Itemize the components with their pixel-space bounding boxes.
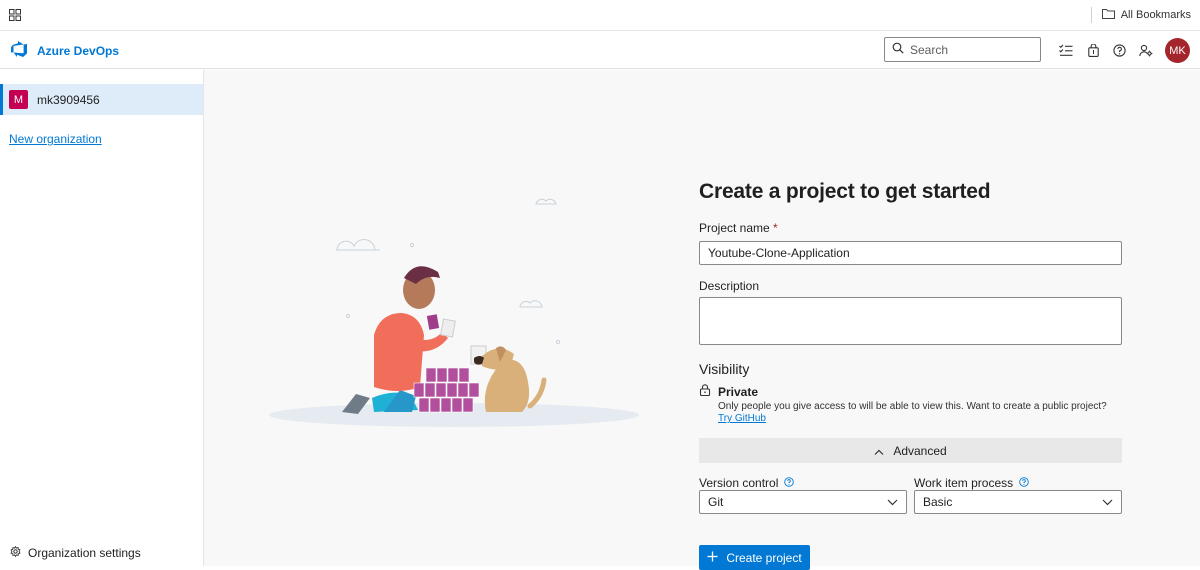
work-item-process-select[interactable]: Basic <box>914 490 1122 514</box>
project-name-input[interactable] <box>699 241 1122 265</box>
all-bookmarks-label: All Bookmarks <box>1120 9 1191 21</box>
azure-devops-logo[interactable]: Azure DevOps <box>10 41 119 60</box>
version-control-label-row: Version control <box>699 476 795 490</box>
visibility-label: Visibility <box>699 361 750 377</box>
main-content: Create a project to get started Project … <box>204 70 1200 570</box>
chevron-up-icon <box>874 444 884 458</box>
advanced-toggle[interactable]: Advanced <box>699 438 1122 463</box>
sidebar-item-organization[interactable]: M mk3909456 <box>0 84 203 115</box>
org-badge: M <box>9 90 28 109</box>
private-label: Private <box>718 384 759 399</box>
work-item-label-row: Work item process <box>914 476 1029 490</box>
advanced-label: Advanced <box>893 443 947 458</box>
required-marker: * <box>773 221 778 235</box>
plus-icon <box>707 551 718 565</box>
folder-icon <box>1101 8 1115 22</box>
search-input[interactable] <box>910 42 1025 57</box>
apps-grid-icon[interactable] <box>9 9 21 21</box>
search-box[interactable] <box>884 37 1041 62</box>
description-label: Description <box>699 279 760 293</box>
azure-devops-logo-icon <box>10 41 28 60</box>
version-control-label: Version control <box>699 476 779 490</box>
user-settings-icon[interactable] <box>1138 42 1154 58</box>
version-control-select[interactable]: Git <box>699 490 907 514</box>
work-items-list-icon[interactable] <box>1058 42 1074 58</box>
help-icon[interactable] <box>1111 42 1127 58</box>
description-input[interactable] <box>699 297 1122 345</box>
all-bookmarks-button[interactable]: All Bookmarks <box>1101 8 1191 22</box>
new-organization-link[interactable]: New organization <box>9 132 102 146</box>
info-icon[interactable] <box>1019 476 1029 490</box>
chevron-down-icon <box>1102 495 1113 509</box>
search-icon <box>892 42 904 57</box>
work-item-value: Basic <box>923 495 953 509</box>
private-description-text: Only people you give access to will be a… <box>718 401 1107 412</box>
bookmarks-bar: All Bookmarks <box>0 0 1200 31</box>
organization-settings-link[interactable]: Organization settings <box>10 545 141 560</box>
version-control-value: Git <box>708 495 724 509</box>
sidebar: M mk3909456 New organization Organizatio… <box>0 70 204 566</box>
app-header: Azure DevOps Search MK <box>0 31 1200 69</box>
avatar[interactable]: MK <box>1165 38 1190 63</box>
marketplace-bag-icon[interactable] <box>1085 42 1101 58</box>
visibility-private-option[interactable]: Private <box>699 384 758 399</box>
bookmarks-divider <box>1091 7 1092 23</box>
org-name: mk3909456 <box>37 92 100 107</box>
project-name-label-row: Project name * <box>699 221 778 235</box>
house-of-cards-illustration <box>269 198 639 427</box>
try-github-link[interactable]: Try GitHub <box>718 413 766 424</box>
organization-settings-label: Organization settings <box>28 546 141 560</box>
create-project-label: Create project <box>726 550 802 565</box>
work-item-label: Work item process <box>914 476 1014 490</box>
page-title: Create a project to get started <box>699 180 991 203</box>
lock-icon <box>699 384 711 399</box>
app-name: Azure DevOps <box>37 43 120 58</box>
private-description: Only people you give access to will be a… <box>699 401 1109 425</box>
info-icon[interactable] <box>784 476 795 490</box>
project-name-label: Project name <box>699 221 770 235</box>
chevron-down-icon <box>887 495 898 509</box>
create-project-button[interactable]: Create project <box>699 545 810 570</box>
gear-icon <box>10 545 21 560</box>
